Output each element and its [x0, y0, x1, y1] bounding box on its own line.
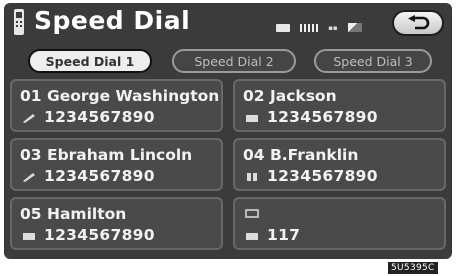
status-icons: ▪▪ [276, 17, 367, 32]
speed-dial-entry-04[interactable]: 04 B.Franklin 1234567890 [233, 138, 446, 191]
tab-speed-dial-3[interactable]: Speed Dial 3 [314, 49, 432, 73]
empty-slot-icon [245, 209, 259, 218]
pen-icon [23, 114, 35, 123]
home-icon [246, 233, 258, 240]
bluetooth-status-icon [276, 23, 290, 32]
entry-phone: 1234567890 [267, 108, 378, 126]
speed-dial-entry-05[interactable]: 05 Hamilton 1234567890 [10, 197, 223, 250]
speed-dial-entry-03[interactable]: 03 Ebraham Lincoln 1234567890 [10, 138, 223, 191]
entry-phone: 1234567890 [44, 226, 155, 244]
speed-dial-entry-01[interactable]: 01 George Washington 1234567890 [10, 79, 223, 132]
mobile-icon [247, 173, 257, 181]
entry-name: 02 Jackson [243, 87, 337, 105]
entry-phone: 1234567890 [267, 167, 378, 185]
page-title: Speed Dial [34, 6, 191, 35]
battery-status-icon [300, 23, 319, 32]
home-icon [246, 115, 258, 122]
signal-strength-icon [347, 23, 362, 32]
home-icon [23, 233, 35, 240]
speed-dial-tabs: Speed Dial 1 Speed Dial 2 Speed Dial 3 [4, 49, 452, 75]
speed-dial-entry-06[interactable]: 117 [233, 197, 446, 250]
entry-phone: 117 [267, 226, 301, 244]
phone-handset-icon [14, 9, 24, 35]
back-arrow-icon [408, 15, 430, 30]
speed-dial-entry-02[interactable]: 02 Jackson 1234567890 [233, 79, 446, 132]
entry-name: 04 B.Franklin [243, 146, 359, 164]
tab-speed-dial-1[interactable]: Speed Dial 1 [28, 49, 152, 73]
roaming-status-icon: ▪▪ [328, 23, 338, 32]
entry-name: 01 George Washington [20, 87, 220, 105]
image-code-label: 5U5395C [388, 262, 438, 274]
back-button[interactable] [392, 10, 444, 36]
header: Speed Dial ▪▪ [4, 3, 452, 43]
entry-name: 05 Hamilton [20, 205, 127, 223]
pen-icon [23, 173, 35, 182]
entry-phone: 1234567890 [44, 167, 155, 185]
entry-phone: 1234567890 [44, 108, 155, 126]
speed-dial-screen: Speed Dial ▪▪ Speed Dial 1 Speed Dial 2 … [4, 3, 452, 259]
tab-speed-dial-2[interactable]: Speed Dial 2 [172, 49, 296, 73]
entry-name: 03 Ebraham Lincoln [20, 146, 193, 164]
